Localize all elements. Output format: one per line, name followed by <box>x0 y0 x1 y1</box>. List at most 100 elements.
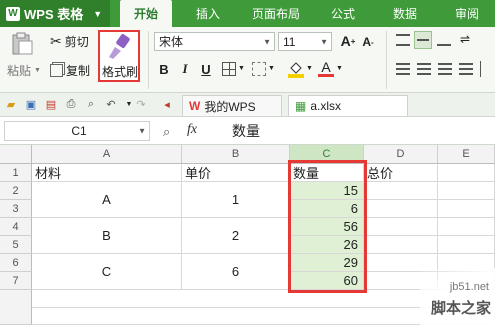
cell-e1[interactable] <box>438 164 495 182</box>
chevron-down-icon: ▼ <box>320 37 328 46</box>
formula-bar: C1 ▼ ⌕ fx 数量 <box>0 117 495 145</box>
select-all-corner[interactable] <box>0 145 32 164</box>
redo-icon[interactable]: ↷ <box>134 97 148 111</box>
save-icon[interactable]: ▣ <box>24 97 38 111</box>
borders-icon[interactable] <box>222 62 236 76</box>
chevron-down-icon: ▼ <box>93 8 103 19</box>
cut-label: 剪切 <box>64 35 89 49</box>
paint-bucket-icon <box>288 62 304 78</box>
cut-button[interactable]: ✂ 剪切 <box>50 33 89 50</box>
column-header-a[interactable]: A <box>32 145 182 164</box>
align-middle-button[interactable] <box>414 31 432 49</box>
name-box[interactable]: C1 ▼ <box>4 121 150 141</box>
column-header-d[interactable]: D <box>364 145 438 164</box>
app-menu-button[interactable]: W WPS 表格 ▼ <box>0 0 110 27</box>
tab-formula[interactable]: 公式 <box>322 0 364 27</box>
row-header-1[interactable]: 1 <box>0 164 32 182</box>
zoom-magnifier-icon[interactable]: ⌕ <box>163 124 170 140</box>
font-size-select[interactable]: 11 ▼ <box>278 32 332 51</box>
paste-button[interactable] <box>8 32 38 56</box>
column-header-e[interactable]: E <box>438 145 495 164</box>
align-bottom-icon[interactable] <box>437 34 451 46</box>
align-center-icon[interactable] <box>417 63 431 75</box>
customize-toolbar-icon[interactable]: ◂ <box>160 97 174 111</box>
tab-my-wps-label: 我的WPS <box>204 99 256 114</box>
font-size-value: 11 <box>283 34 296 49</box>
copy-button[interactable]: 复制 <box>50 62 90 79</box>
tab-review[interactable]: 审阅 <box>446 0 488 27</box>
cell-b2-b3[interactable]: 1 <box>182 182 290 218</box>
print-preview-icon[interactable]: ⌕ <box>84 97 98 111</box>
row-header-empty <box>0 290 32 325</box>
tab-page-layout[interactable]: 页面布局 <box>245 0 307 27</box>
watermark-brand: 脚本之家 <box>430 300 491 317</box>
font-name-select[interactable]: 宋体 ▼ <box>154 32 275 51</box>
font-name-value: 宋体 <box>159 35 184 49</box>
grow-font-button[interactable]: A + <box>340 33 356 49</box>
font-color-button[interactable]: A <box>318 59 334 79</box>
tab-data[interactable]: 数据 <box>384 0 426 27</box>
align-top-icon[interactable] <box>396 34 410 46</box>
spreadsheet-icon: ▦ <box>295 99 307 113</box>
format-painter-label: 格式刷 <box>102 65 139 79</box>
row-header-2[interactable]: 2 <box>0 182 32 200</box>
tab-home[interactable]: 开始 <box>120 0 172 27</box>
shrink-font-button[interactable]: A- <box>360 34 376 50</box>
formula-input[interactable]: 数量 <box>226 121 492 141</box>
print-icon[interactable]: ⎙ <box>64 97 78 111</box>
ribbon-toolbar: 粘贴 ▼ ✂ 剪切 复制 格式刷 宋体 ▼ 11 ▼ A + A- B I U ▼… <box>0 27 495 93</box>
export-pdf-icon[interactable]: ▤ <box>44 97 58 111</box>
watermark-site: jb51.net <box>449 281 489 293</box>
align-left-icon[interactable] <box>396 63 410 75</box>
align-right-icon[interactable] <box>438 63 452 75</box>
chevron-down-icon[interactable]: ▼ <box>238 65 245 72</box>
wps-logo-icon: W <box>6 6 20 21</box>
underline-button[interactable]: U <box>198 61 214 77</box>
tab-my-wps[interactable]: W 我的WPS <box>182 95 282 116</box>
chevron-down-icon: ▼ <box>34 67 41 74</box>
cell-a2-a3[interactable]: A <box>32 182 182 218</box>
font-color-icon: A <box>321 59 331 75</box>
cell-d1[interactable]: 总价 <box>364 164 438 182</box>
cell-a6-a7[interactable]: C <box>32 254 182 290</box>
row-header-7[interactable]: 7 <box>0 272 32 290</box>
bold-button[interactable]: B <box>156 61 172 77</box>
fill-color-button[interactable] <box>287 60 305 78</box>
chevron-down-icon[interactable]: ▼ <box>306 65 313 72</box>
wrap-text-icon[interactable]: ⇌ <box>460 32 474 46</box>
grow-font-icon: A <box>340 33 351 49</box>
document-tab-bar: ▰ ▣ ▤ ⎙ ⌕ ↶ ▼ ↷ ◂ W 我的WPS ▦ a.xlsx <box>0 93 495 117</box>
chevron-down-icon: ▼ <box>138 126 146 136</box>
shrink-font-icon: A <box>362 35 371 49</box>
insert-function-icon[interactable]: fx <box>187 122 197 138</box>
format-painter-button[interactable]: 格式刷 <box>98 30 140 82</box>
chevron-down-icon[interactable]: ▼ <box>268 65 275 72</box>
row-header-4[interactable]: 4 <box>0 218 32 236</box>
indent-icon[interactable] <box>480 61 492 77</box>
justify-icon[interactable] <box>459 63 473 75</box>
copy-label: 复制 <box>66 64 91 78</box>
cell-b1[interactable]: 单价 <box>182 164 290 182</box>
italic-button[interactable]: I <box>177 61 193 77</box>
chevron-down-icon: ▼ <box>263 37 271 46</box>
scissors-icon: ✂ <box>50 33 62 49</box>
merge-cells-icon[interactable] <box>252 62 266 76</box>
cell-reference: C1 <box>71 124 87 138</box>
cell-b6-b7[interactable]: 6 <box>182 254 290 290</box>
column-header-b[interactable]: B <box>182 145 290 164</box>
chevron-down-icon[interactable]: ▼ <box>336 65 343 72</box>
cell-b4-b5[interactable]: 2 <box>182 218 290 254</box>
tab-insert[interactable]: 插入 <box>185 0 231 27</box>
row-header-3[interactable]: 3 <box>0 200 32 218</box>
row-header-5[interactable]: 5 <box>0 236 32 254</box>
open-folder-icon[interactable]: ▰ <box>4 97 18 111</box>
tab-workbook[interactable]: ▦ a.xlsx <box>288 95 408 116</box>
paste-icon <box>12 32 33 55</box>
row-header-6[interactable]: 6 <box>0 254 32 272</box>
paste-dropdown[interactable]: 粘贴 ▼ <box>7 62 41 79</box>
undo-icon[interactable]: ↶ <box>104 97 118 111</box>
cell-a1[interactable]: 材料 <box>32 164 182 182</box>
app-title: WPS 表格 <box>24 7 84 22</box>
selection-highlight-box <box>288 160 367 293</box>
cell-a4-a5[interactable]: B <box>32 218 182 254</box>
